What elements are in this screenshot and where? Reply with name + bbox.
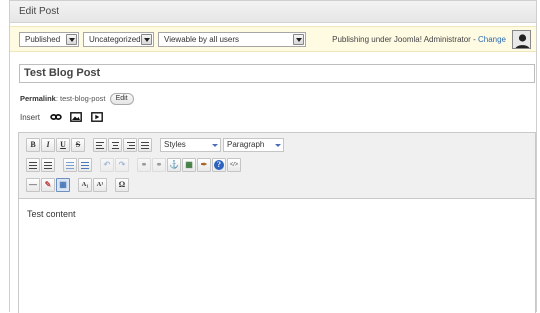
align-justify-icon[interactable] <box>138 138 152 152</box>
styles-select-label: Styles <box>164 140 186 149</box>
indent-icon[interactable] <box>78 158 92 172</box>
permalink-value: : test-blog-post <box>55 93 106 103</box>
align-left-icon[interactable] <box>93 138 107 152</box>
change-author-link[interactable]: Change <box>478 35 506 44</box>
link-icon[interactable]: ⚭ <box>137 158 151 172</box>
anchor-icon[interactable]: ⚓ <box>167 158 181 172</box>
publishing-under-text: Publishing under Joomla! Administrator -… <box>332 35 506 44</box>
bold-icon[interactable]: B <box>26 138 40 152</box>
undo-icon[interactable]: ↶ <box>100 158 114 172</box>
avatar[interactable] <box>512 30 531 49</box>
html-icon[interactable]: </> <box>227 158 241 172</box>
subscript-icon[interactable]: A₁ <box>78 178 92 192</box>
permalink-label: Permalink <box>20 93 56 103</box>
format-select[interactable]: Paragraph <box>223 138 284 152</box>
editor-toolbar: B I U S Styles Paragraph ↶ ↷ ⚭ ⚭ ⚓ ▦ ✒ ?… <box>19 133 535 199</box>
remove-format-icon[interactable]: ✎ <box>41 178 55 192</box>
horizontal-rule-icon[interactable]: — <box>26 178 40 192</box>
italic-icon[interactable]: I <box>41 138 55 152</box>
content-editor: B I U S Styles Paragraph ↶ ↷ ⚭ ⚭ ⚓ ▦ ✒ ?… <box>18 132 536 313</box>
styles-select[interactable]: Styles <box>160 138 221 152</box>
insert-label: Insert <box>20 113 41 122</box>
chevron-down-icon <box>212 144 218 147</box>
publishing-under-label: Publishing under Joomla! Administrator - <box>332 35 478 44</box>
status-select-value: Published <box>25 35 61 44</box>
image-icon[interactable]: ▦ <box>182 158 196 172</box>
image-icon[interactable] <box>70 112 82 122</box>
superscript-icon[interactable]: A¹ <box>93 178 107 192</box>
editor-content[interactable]: Test content <box>27 209 76 219</box>
panel-title: Edit Post <box>10 1 536 23</box>
edit-permalink-button[interactable]: Edit <box>109 93 134 105</box>
strikethrough-icon[interactable]: S <box>71 138 85 152</box>
chevron-down-icon <box>66 34 77 45</box>
publish-bar: Published Uncategorized Viewable by all … <box>10 26 536 52</box>
align-center-icon[interactable] <box>108 138 122 152</box>
help-icon[interactable]: ? <box>212 158 226 172</box>
align-right-icon[interactable] <box>123 138 137 152</box>
unlink-icon[interactable]: ⚭ <box>152 158 166 172</box>
video-icon[interactable] <box>91 112 103 122</box>
post-title-input[interactable]: Test Blog Post <box>19 64 535 83</box>
permalink-row: Permalink: test-blog-post Edit <box>20 93 134 105</box>
visibility-select[interactable]: Viewable by all users <box>158 32 306 47</box>
cleanup-icon[interactable]: ✒ <box>197 158 211 172</box>
underline-icon[interactable]: U <box>56 138 70 152</box>
format-select-label: Paragraph <box>227 140 265 149</box>
visibility-select-value: Viewable by all users <box>164 35 240 44</box>
bullet-list-icon[interactable] <box>26 158 40 172</box>
chevron-down-icon <box>141 34 152 45</box>
chevron-down-icon <box>275 144 281 147</box>
numbered-list-icon[interactable] <box>41 158 55 172</box>
special-char-icon[interactable]: Ω <box>115 178 129 192</box>
user-silhouette-icon <box>515 34 530 48</box>
visual-aid-icon[interactable]: ▦ <box>56 178 70 192</box>
category-select[interactable]: Uncategorized <box>83 32 154 47</box>
edit-post-panel: Edit Post Published Uncategorized Viewab… <box>9 0 537 313</box>
chevron-down-icon <box>293 34 304 45</box>
status-select[interactable]: Published <box>19 32 79 47</box>
category-select-value: Uncategorized <box>89 35 141 44</box>
link-icon[interactable] <box>50 112 62 122</box>
insert-row: Insert <box>20 112 103 122</box>
redo-icon[interactable]: ↷ <box>115 158 129 172</box>
outdent-icon[interactable] <box>63 158 77 172</box>
